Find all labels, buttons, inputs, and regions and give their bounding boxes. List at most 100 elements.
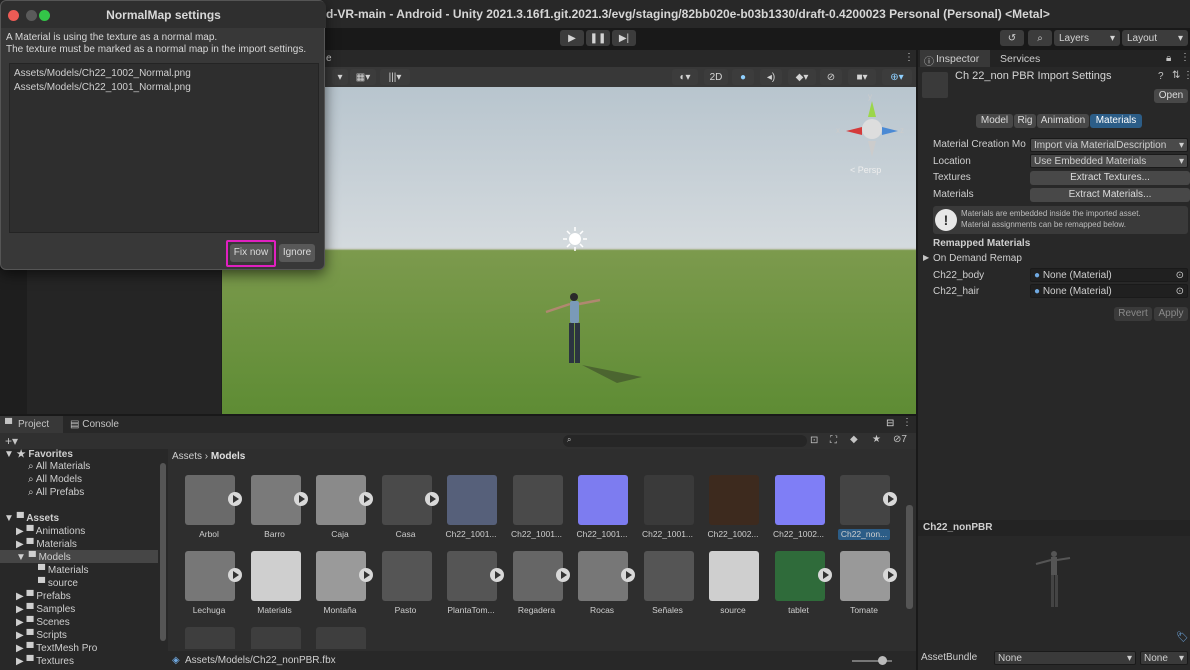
snap-dropdown[interactable]: |||▾ — [380, 69, 410, 85]
tab-console[interactable]: ▤ Console — [70, 419, 119, 430]
hidden-packages-icon[interactable]: ⊘7 — [893, 434, 907, 445]
list-item[interactable]: Assets/Models/Ch22_1001_Normal.png — [14, 82, 191, 93]
draw-mode-dropdown[interactable]: ◐▾ — [672, 69, 698, 85]
tree-scrollbar[interactable] — [160, 463, 166, 641]
tree-item[interactable]: ▶ ▀ Materials — [16, 539, 77, 550]
lock-icon[interactable]: 🔒︎ — [1166, 53, 1171, 64]
object-picker-icon[interactable]: ⊙ — [1176, 269, 1184, 281]
tree-item[interactable]: ▶ ▀ TextMesh Pro — [16, 643, 97, 654]
filter-icon[interactable]: ⛶ — [830, 435, 837, 446]
favorite-item[interactable]: ⌕ All Models — [28, 474, 82, 485]
help-icon[interactable]: ? — [1158, 71, 1164, 82]
asset-thumbnail[interactable] — [250, 627, 301, 649]
toggle-2d-button[interactable]: 2D — [704, 69, 728, 85]
assets-foldout[interactable]: ▼ ▀ Assets — [4, 513, 59, 524]
object-picker-icon[interactable]: ⊙ — [1176, 285, 1184, 297]
search-button[interactable]: ⌕ — [1028, 30, 1052, 46]
material-creation-dropdown[interactable]: Import via MaterialDescription ▾ — [1030, 138, 1188, 152]
tab-rig[interactable]: Rig — [1014, 114, 1036, 128]
visibility-toggle[interactable]: ⊘ — [820, 69, 842, 85]
tree-item[interactable]: ▶ ▀ Animations — [16, 526, 85, 537]
star-icon[interactable]: ★ — [872, 434, 881, 445]
tree-item[interactable]: ▀ Materials — [38, 565, 88, 576]
audio-toggle[interactable]: ◂) — [760, 69, 782, 85]
play-button[interactable]: ▶ — [560, 30, 584, 46]
tab-animation[interactable]: Animation — [1037, 114, 1089, 128]
search-input[interactable]: ⌕ — [563, 435, 807, 447]
scene-viewport[interactable]: y z x < Persp — [222, 87, 916, 414]
tree-item[interactable]: ▀ source — [38, 578, 78, 589]
remap-field-body[interactable]: ● None (Material) ⊙ — [1030, 268, 1188, 282]
more-menu-icon[interactable]: ⋮ — [904, 52, 914, 63]
tag-icon[interactable]: 🏷︎ — [1176, 632, 1189, 643]
step-button[interactable]: ▶| — [612, 30, 636, 46]
asset-thumbnail — [709, 475, 759, 525]
lighting-toggle[interactable]: ● — [732, 69, 754, 85]
play-icon[interactable] — [359, 492, 373, 506]
label-filter-icon[interactable]: ◆ — [850, 434, 858, 445]
tab-model[interactable]: Model — [976, 114, 1013, 128]
play-icon[interactable] — [228, 568, 242, 582]
tree-item[interactable]: ▶ ▀ Scenes — [16, 617, 70, 628]
layout-dropdown[interactable]: Layout ▾ — [1122, 30, 1188, 46]
preview-area[interactable] — [918, 536, 1190, 646]
layers-dropdown[interactable]: Layers ▾ — [1054, 30, 1120, 46]
assetbundle-dropdown[interactable]: None ▾ — [994, 651, 1136, 665]
preview-header[interactable]: Ch22_nonPBR — [918, 520, 1190, 536]
favorite-item[interactable]: ⌕ All Prefabs — [28, 487, 84, 498]
tab-inspector[interactable]: ⓘ Inspector — [920, 50, 990, 68]
zoom-slider-handle[interactable] — [878, 656, 887, 665]
search-by-type-icon[interactable]: ⊡ — [810, 435, 818, 446]
favorite-item[interactable]: ⌕ All Materials — [28, 461, 90, 472]
fix-now-button[interactable]: Fix now — [230, 244, 272, 262]
extract-textures-button[interactable]: Extract Textures... — [1030, 171, 1190, 185]
list-item[interactable]: Assets/Models/Ch22_1002_Normal.png — [14, 68, 191, 79]
camera-dropdown[interactable]: ■▾ — [848, 69, 876, 85]
add-icon[interactable]: +▾ — [5, 434, 18, 448]
play-icon[interactable] — [883, 568, 897, 582]
tab-project[interactable]: ▀ Project — [0, 416, 63, 433]
on-demand-remap-foldout[interactable]: On Demand Remap — [933, 253, 1022, 264]
tab-services[interactable]: Services — [1000, 53, 1040, 65]
more-menu-icon[interactable]: ⋮ — [1180, 52, 1190, 63]
play-icon[interactable] — [817, 568, 832, 582]
lock-icon[interactable]: ⊟ — [886, 418, 894, 429]
tree-item-models[interactable]: ▼ ▀ Models — [16, 552, 71, 563]
play-icon[interactable] — [293, 492, 308, 506]
asset-thumbnail[interactable] — [185, 627, 235, 649]
grid-dropdown[interactable]: ▦▾ — [350, 69, 376, 85]
shading-dropdown[interactable]: ▾ — [332, 69, 348, 85]
remap-field-hair[interactable]: ● None (Material) ⊙ — [1030, 284, 1188, 298]
pause-button[interactable]: ❚❚ — [586, 30, 610, 46]
tab-materials[interactable]: Materials — [1090, 114, 1142, 128]
settings-icon[interactable]: ⇅ — [1172, 70, 1180, 81]
play-icon[interactable] — [359, 568, 373, 582]
favorites-foldout[interactable]: ▼ ★ Favorites — [4, 449, 73, 460]
effects-dropdown[interactable]: ◆▾ — [788, 69, 816, 85]
tree-item[interactable]: ▶ ▀ Samples — [16, 604, 75, 615]
asset-thumbnail[interactable] — [316, 627, 366, 649]
ignore-button[interactable]: Ignore — [279, 244, 315, 262]
more-menu-icon[interactable]: ⋮ — [1183, 70, 1190, 81]
grid-scrollbar[interactable] — [906, 505, 913, 609]
tree-item[interactable]: ▶ ▀ Prefabs — [16, 591, 71, 602]
play-icon[interactable] — [883, 492, 897, 506]
undo-history-button[interactable]: ↺ — [1000, 30, 1024, 46]
assetbundle-variant-dropdown[interactable]: None ▾ — [1140, 651, 1188, 665]
more-menu-icon[interactable]: ⋮ — [902, 417, 912, 428]
play-icon[interactable] — [424, 492, 439, 506]
play-icon[interactable] — [555, 568, 570, 582]
play-icon[interactable] — [621, 568, 635, 582]
projection-label[interactable]: < Persp — [850, 165, 881, 175]
gizmos-dropdown[interactable]: ⊕▾ — [882, 69, 912, 85]
chevron-right-icon[interactable]: ▶ — [923, 253, 929, 262]
play-icon[interactable] — [228, 492, 242, 506]
revert-button[interactable]: Revert — [1114, 307, 1152, 321]
play-icon[interactable] — [490, 568, 504, 582]
apply-button[interactable]: Apply — [1154, 307, 1188, 321]
open-button[interactable]: Open — [1154, 89, 1188, 103]
tree-item[interactable]: ▶ ▀ Scripts — [16, 630, 67, 641]
extract-materials-button[interactable]: Extract Materials... — [1030, 188, 1190, 202]
tree-item[interactable]: ▶ ▀ Textures — [16, 656, 74, 667]
location-dropdown[interactable]: Use Embedded Materials ▾ — [1030, 154, 1188, 168]
